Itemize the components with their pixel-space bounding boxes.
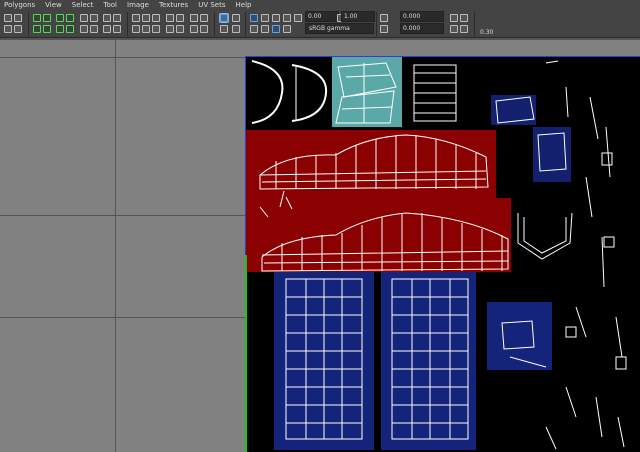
display-image-icon[interactable]	[219, 13, 229, 23]
unstack-icon[interactable]	[166, 25, 174, 33]
menu-tool[interactable]: Tool	[103, 1, 117, 9]
menu-help[interactable]: Help	[236, 1, 252, 9]
uv-shrink-icon[interactable]	[66, 25, 74, 33]
uv-viewport[interactable]	[0, 40, 640, 452]
straighten-icon[interactable]	[152, 25, 160, 33]
exposure-icon[interactable]	[272, 14, 280, 22]
pin-icon[interactable]	[90, 14, 98, 22]
gamma-toggle-icon[interactable]	[283, 25, 291, 33]
u-icon[interactable]	[380, 14, 388, 22]
refresh-icon[interactable]	[261, 14, 269, 22]
uv-texture-tile	[246, 57, 640, 452]
distribute-icon[interactable]	[142, 25, 150, 33]
color-manage-icon[interactable]	[272, 25, 280, 33]
uv-edge-icon[interactable]	[66, 14, 74, 22]
menu-textures[interactable]: Textures	[159, 1, 188, 9]
menu-polygons[interactable]: Polygons	[4, 1, 35, 9]
v-axis-line	[245, 255, 247, 452]
align-top-icon[interactable]	[152, 14, 160, 22]
shaded-icon[interactable]	[200, 25, 208, 33]
filter-icon[interactable]	[220, 25, 228, 33]
uv-wireframe	[251, 60, 627, 450]
v-icon[interactable]	[380, 25, 388, 33]
menu-uv-sets[interactable]: UV Sets	[198, 1, 225, 9]
stack-icon[interactable]	[176, 14, 184, 22]
exposure-field[interactable]: 0.00	[305, 11, 339, 22]
dim-image-icon[interactable]	[232, 14, 240, 22]
uv-shell-icon[interactable]	[43, 14, 51, 22]
copy-icon[interactable]	[460, 25, 468, 33]
gamma-field[interactable]: 1.00	[341, 11, 375, 22]
grid-icon[interactable]	[190, 14, 198, 22]
pixel-snap-icon[interactable]	[283, 14, 291, 22]
layout-icon[interactable]	[103, 25, 111, 33]
snap-icon[interactable]	[166, 14, 174, 22]
flip-icon[interactable]	[14, 25, 22, 33]
u-axis-line	[246, 56, 640, 57]
v-axis-line-upper	[245, 56, 246, 256]
cut-icon[interactable]	[90, 25, 98, 33]
checker-icon[interactable]	[190, 25, 198, 33]
rgb-icon[interactable]	[232, 25, 240, 33]
color-space-dropdown[interactable]: sRGB gamma	[305, 23, 374, 34]
grid-line	[115, 40, 116, 452]
uv-grow-icon[interactable]	[56, 25, 64, 33]
channels-icon[interactable]	[250, 14, 258, 22]
uv-select-icon[interactable]	[33, 14, 41, 22]
orient-icon[interactable]	[113, 25, 121, 33]
menu-bar: Polygons View Select Tool Image Textures…	[0, 0, 640, 10]
move-icon[interactable]	[4, 14, 12, 22]
absolute-icon[interactable]	[460, 14, 468, 22]
u-coordinate-field[interactable]: 0.000	[400, 11, 444, 22]
exposure-reset-icon[interactable]	[294, 14, 302, 22]
uv-border-icon[interactable]	[43, 25, 51, 33]
lum-icon[interactable]	[261, 25, 269, 33]
lock-icon[interactable]	[80, 14, 88, 22]
alpha-icon[interactable]	[250, 25, 258, 33]
menu-view[interactable]: View	[45, 1, 62, 9]
menu-image[interactable]: Image	[127, 1, 149, 9]
menu-select[interactable]: Select	[72, 1, 94, 9]
align-right-icon[interactable]	[142, 14, 150, 22]
align-left-icon[interactable]	[132, 14, 140, 22]
uv-face-icon[interactable]	[56, 14, 64, 22]
align-bottom-icon[interactable]	[132, 25, 140, 33]
v-coordinate-field[interactable]: 0.000	[400, 23, 444, 34]
sew-icon[interactable]	[103, 14, 111, 22]
zoom-value[interactable]: 0.30	[480, 29, 493, 36]
unpin-icon[interactable]	[80, 25, 88, 33]
image-icon[interactable]	[200, 14, 208, 22]
unfold-icon[interactable]	[113, 14, 121, 22]
relative-icon[interactable]	[450, 25, 458, 33]
rotate-icon[interactable]	[14, 14, 22, 22]
normalize-icon[interactable]	[176, 25, 184, 33]
uv-vertex-icon[interactable]	[33, 25, 41, 33]
transform-icon[interactable]	[450, 14, 458, 22]
scale-icon[interactable]	[4, 25, 12, 33]
